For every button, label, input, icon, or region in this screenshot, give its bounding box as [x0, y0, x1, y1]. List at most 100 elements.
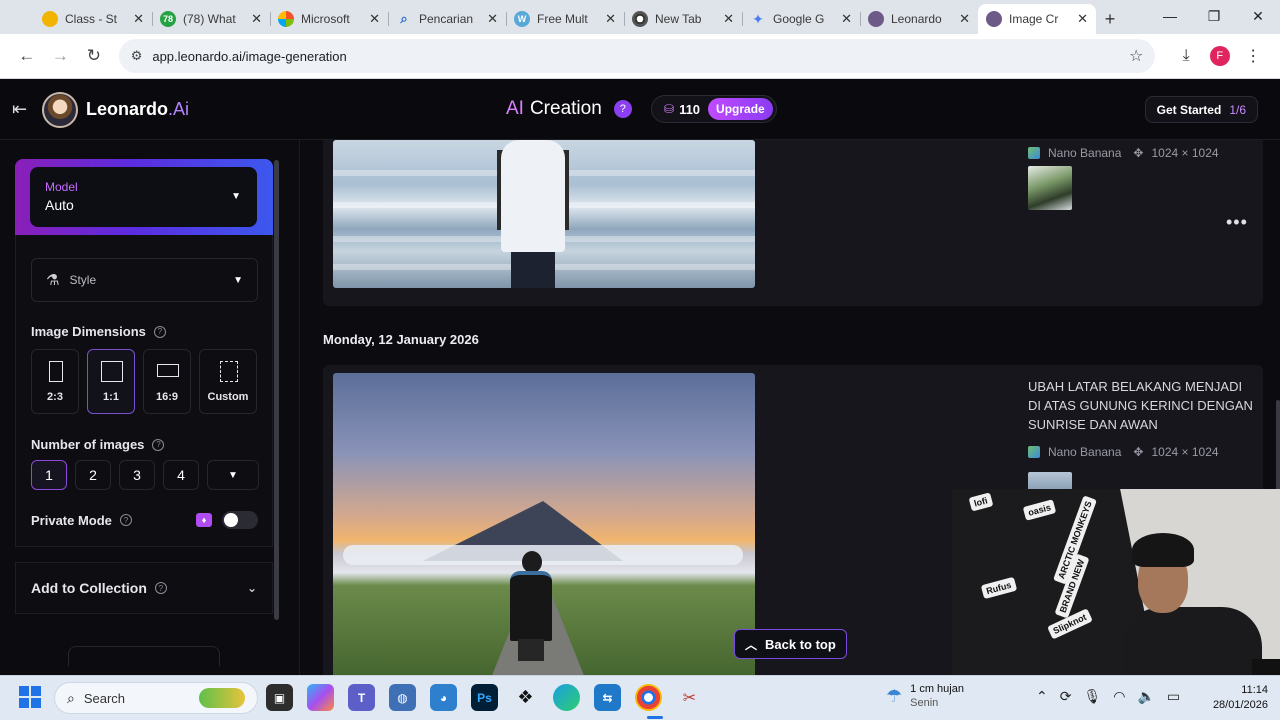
- taskbar-search[interactable]: ⌕ Search: [54, 682, 258, 714]
- upgrade-button[interactable]: Upgrade: [708, 98, 773, 120]
- close-tab-icon[interactable]: ✕: [723, 11, 734, 27]
- help-icon[interactable]: ?: [119, 514, 132, 526]
- browser-tab[interactable]: W Free Mult ✕: [506, 4, 624, 34]
- edge-icon[interactable]: [553, 684, 580, 711]
- model-card: Model Auto ▼: [15, 159, 273, 235]
- url-text[interactable]: app.leonardo.ai/image-generation: [152, 49, 1129, 64]
- speaker-icon[interactable]: 🔈: [1137, 688, 1154, 705]
- back-arrow-icon[interactable]: ←: [10, 39, 44, 73]
- browser-menu-icon[interactable]: ⋮: [1236, 39, 1270, 73]
- taskbar-clock[interactable]: 11:14 28/01/2026: [1213, 683, 1268, 713]
- leonardo-logo-icon[interactable]: [42, 92, 78, 128]
- globe-app-icon[interactable]: ◍: [389, 684, 416, 711]
- new-tab-button[interactable]: +: [1096, 4, 1124, 34]
- portrait-shape-icon: [49, 361, 63, 382]
- dimension-option-custom[interactable]: Custom: [199, 349, 257, 414]
- reference-thumbnail[interactable]: [1028, 472, 1072, 490]
- tab-title: Google G: [773, 12, 825, 26]
- sidebar-scrollbar[interactable]: [274, 160, 279, 620]
- back-to-top-button[interactable]: ︿ Back to top: [734, 629, 847, 659]
- close-tab-icon[interactable]: ✕: [251, 11, 262, 27]
- windows-start-icon[interactable]: [19, 686, 41, 708]
- reference-thumbnail[interactable]: [1028, 166, 1072, 210]
- wordpress-favicon-icon: W: [514, 11, 530, 27]
- sync-icon[interactable]: ⟳: [1060, 688, 1072, 705]
- more-numbers-dropdown[interactable]: ▼: [207, 460, 259, 490]
- sticker: Slipknot: [1047, 608, 1093, 640]
- browser-app-icon[interactable]: ◕: [430, 684, 457, 711]
- caret-down-icon: ▼: [228, 469, 238, 481]
- help-icon[interactable]: ?: [153, 325, 166, 338]
- date-heading: Monday, 12 January 2026: [323, 332, 479, 347]
- wifi-icon[interactable]: ◠: [1113, 688, 1125, 705]
- browser-tab[interactable]: Leonardo ✕: [860, 4, 978, 34]
- help-icon[interactable]: ?: [154, 582, 167, 594]
- number-option-4[interactable]: 4: [163, 460, 199, 490]
- dimension-option-1-1[interactable]: 1:1: [87, 349, 135, 414]
- browser-tab[interactable]: ⌕ Pencarian ✕: [388, 4, 506, 34]
- search-icon: ⌕: [67, 689, 75, 706]
- microphone-icon[interactable]: 🎙: [1083, 688, 1101, 705]
- reload-icon[interactable]: ↻: [77, 39, 111, 73]
- close-tab-icon[interactable]: ✕: [605, 11, 616, 27]
- search-highlight-icon: [199, 688, 245, 708]
- weather-widget[interactable]: ☂ 1 cm hujan Senin: [886, 682, 964, 710]
- browser-tab[interactable]: New Tab ✕: [624, 4, 742, 34]
- classroom-favicon-icon: [42, 11, 58, 27]
- close-tab-icon[interactable]: ✕: [133, 11, 144, 27]
- more-options-icon[interactable]: •••: [1226, 212, 1248, 233]
- number-option-1[interactable]: 1: [31, 460, 67, 490]
- style-select[interactable]: ⚗ Style ▼: [31, 258, 258, 302]
- snipping-tool-icon[interactable]: ✂: [676, 684, 703, 711]
- address-bar[interactable]: ⚙ app.leonardo.ai/image-generation ☆: [118, 39, 1156, 73]
- close-window-icon[interactable]: ✕: [1236, 0, 1280, 32]
- add-to-collection-section[interactable]: Add to Collection ? ⌄: [15, 562, 273, 614]
- copilot-icon[interactable]: [307, 684, 334, 711]
- bookmark-star-icon[interactable]: ☆: [1129, 46, 1143, 66]
- generated-image[interactable]: [333, 140, 755, 288]
- private-mode-toggle[interactable]: [222, 511, 258, 529]
- token-balance[interactable]: ⛁ 110 Upgrade: [651, 95, 777, 123]
- minimize-icon[interactable]: —: [1148, 0, 1192, 32]
- site-settings-icon[interactable]: ⚙: [131, 48, 143, 64]
- battery-icon[interactable]: ▭: [1167, 688, 1180, 705]
- teams-icon[interactable]: T: [348, 684, 375, 711]
- generated-image[interactable]: [333, 373, 755, 675]
- browser-tab-active[interactable]: Image Cr ✕: [978, 4, 1096, 34]
- close-tab-icon[interactable]: ✕: [841, 11, 852, 27]
- chevron-up-icon[interactable]: ⌃: [1036, 688, 1048, 705]
- close-tab-icon[interactable]: ✕: [369, 11, 380, 27]
- close-tab-icon[interactable]: ✕: [487, 11, 498, 27]
- browser-tab[interactable]: Microsoft ✕: [270, 4, 388, 34]
- dimension-option-2-3[interactable]: 2:3: [31, 349, 79, 414]
- close-tab-icon[interactable]: ✕: [959, 11, 970, 27]
- remote-app-icon[interactable]: ⇆: [594, 684, 621, 711]
- dimension-label: 16:9: [155, 391, 179, 403]
- close-tab-icon[interactable]: ✕: [1077, 11, 1088, 27]
- dimension-option-16-9[interactable]: 16:9: [143, 349, 191, 414]
- task-view-icon[interactable]: ▣: [266, 684, 293, 711]
- generate-button-partial[interactable]: [68, 646, 220, 666]
- get-started-button[interactable]: Get Started 1/6: [1144, 96, 1258, 123]
- model-select[interactable]: Model Auto ▼: [30, 167, 257, 227]
- chrome-favicon-icon: [632, 11, 648, 27]
- profile-avatar[interactable]: F: [1203, 39, 1237, 73]
- help-icon[interactable]: ?: [613, 100, 632, 118]
- browser-tab[interactable]: 78 (78) What ✕: [152, 4, 270, 34]
- restore-icon[interactable]: ❐: [1192, 0, 1236, 32]
- sticker: Rufus: [980, 576, 1017, 600]
- number-option-3[interactable]: 3: [119, 460, 155, 490]
- photoshop-icon[interactable]: Ps: [471, 684, 498, 711]
- download-icon[interactable]: ⤓: [1169, 39, 1203, 73]
- number-of-images-label: Number of images: [31, 437, 145, 452]
- collapse-sidebar-icon[interactable]: ⇤: [12, 99, 27, 120]
- browser-tab[interactable]: ✦ Google G ✕: [742, 4, 860, 34]
- dropbox-icon[interactable]: ❖: [512, 684, 539, 711]
- system-tray: ⌃ ⟳ 🎙 ◠ 🔈 ▭: [1036, 688, 1180, 705]
- chrome-taskbar-icon[interactable]: [635, 684, 662, 711]
- browser-tab[interactable]: Class - St ✕: [34, 4, 152, 34]
- brand-name[interactable]: Leonardo.Ai: [86, 99, 189, 120]
- forward-arrow-icon[interactable]: →: [44, 39, 78, 73]
- help-icon[interactable]: ?: [152, 438, 165, 451]
- number-option-2[interactable]: 2: [75, 460, 111, 490]
